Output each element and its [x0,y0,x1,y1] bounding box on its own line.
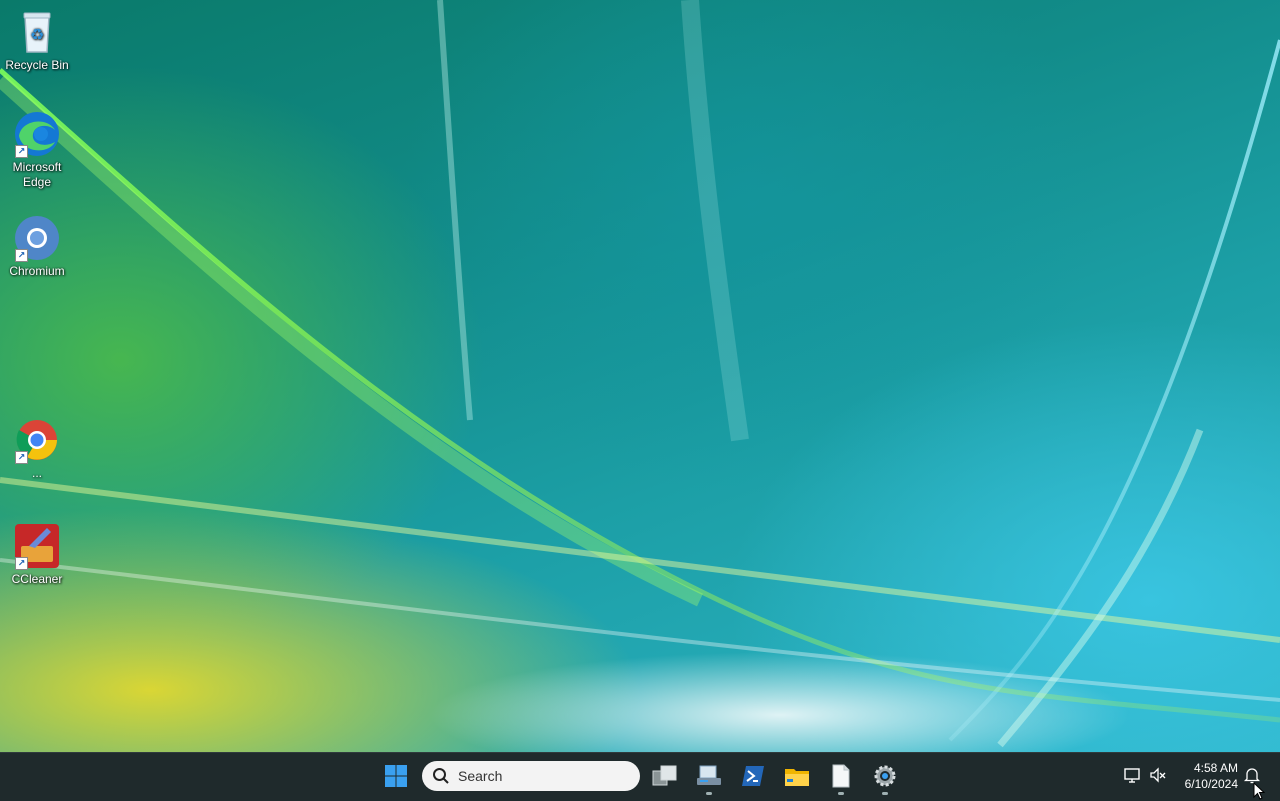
wallpaper-light-waves [0,0,1280,748]
desktop-icon-chrome[interactable]: ↗ ... [2,416,72,481]
desktop-wallpaper: ♻ Recycle Bin ↗ Microsoft Edge ↗ Chromiu… [0,0,1280,752]
running-indicator [838,792,844,795]
start-icon [385,765,407,787]
desktop-icon-microsoft-edge[interactable]: ↗ Microsoft Edge [2,110,72,190]
volume-tray-button[interactable] [1149,766,1167,784]
running-indicator [706,792,712,795]
search-placeholder: Search [458,768,503,784]
start-button[interactable] [378,760,414,792]
settings-button[interactable] [867,760,903,795]
display-tray-button[interactable] [1124,766,1142,784]
clock-date: 6/10/2024 [1184,777,1238,791]
taskbar-search-box[interactable]: Search [422,761,640,791]
powershell-button[interactable] [735,760,771,792]
shortcut-arrow-icon: ↗ [15,451,28,464]
taskbar-clock[interactable]: 4:58 AM 6/10/2024 [1176,760,1238,792]
powershell-icon [742,766,764,786]
display-icon [1124,768,1140,783]
shortcut-arrow-icon: ↗ [15,145,28,158]
taskbar [0,752,1280,801]
desktop-icon-chromium[interactable]: ↗ Chromium [2,214,72,279]
volume-muted-icon [1150,767,1166,783]
search-icon [433,768,449,784]
desktop-icon-label: Recycle Bin [5,58,69,72]
file-explorer-button[interactable] [779,760,815,792]
notepad-button[interactable] [823,760,859,795]
settings-gear-icon [874,765,896,787]
network-drive-button[interactable] [691,760,727,795]
shortcut-arrow-icon: ↗ [15,557,28,570]
recycle-bin-icon: ♻ [23,12,51,53]
notepad-icon [832,764,850,788]
mouse-cursor-icon [1253,782,1266,800]
clock-time: 4:58 AM [1193,761,1238,775]
network-drive-icon [697,765,721,785]
file-explorer-icon [785,769,809,786]
desktop-icon-label: ... [31,466,42,480]
task-view-button[interactable] [647,760,683,792]
desktop-icon-label: CCleaner [11,572,63,586]
desktop-icon-label: Chromium [9,264,65,278]
shortcut-arrow-icon: ↗ [15,249,28,262]
desktop-icon-label: Microsoft Edge [12,160,62,189]
desktop-icon-ccleaner[interactable]: ↗ CCleaner [2,522,72,587]
task-view-icon [652,765,677,786]
desktop-icon-recycle-bin[interactable]: ♻ Recycle Bin [2,8,72,73]
running-indicator [882,792,888,795]
svg-text:♻: ♻ [30,27,44,44]
